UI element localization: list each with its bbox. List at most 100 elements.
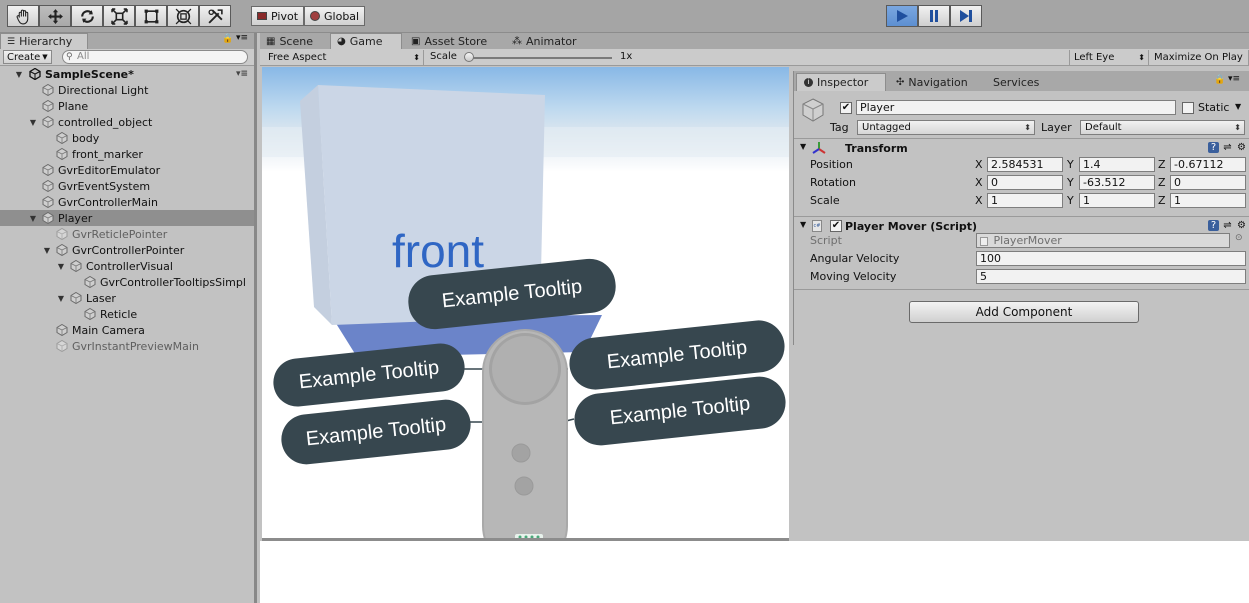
angular-velocity-field[interactable]: 100 (976, 251, 1246, 266)
tab-asset-store[interactable]: ▣ Asset Store (405, 33, 493, 49)
tab-scene[interactable]: ▦ Scene (260, 33, 319, 49)
tab-navigation[interactable]: ✣ Navigation (889, 73, 975, 91)
hierarchy-item[interactable]: GvrInstantPreviewMain (0, 338, 254, 354)
step-button[interactable] (950, 5, 982, 27)
rotation-z-axis-label[interactable]: Z (1158, 176, 1166, 189)
scale-y-field[interactable]: 1 (1079, 193, 1155, 208)
help-icon[interactable]: ? (1208, 142, 1219, 153)
expand-arrow-icon[interactable]: ▼ (14, 70, 24, 79)
position-y-field[interactable]: 1.4 (1079, 157, 1155, 172)
hierarchy-item[interactable]: ▼ ControllerVisual (0, 258, 254, 274)
scale-tool-button[interactable] (103, 5, 135, 27)
rotation-y-axis-label[interactable]: Y (1067, 176, 1074, 189)
rotation-x-axis-label[interactable]: X (975, 176, 983, 189)
tab-navigation-label: Navigation (908, 75, 968, 89)
expand-arrow-icon[interactable]: ▼ (42, 246, 52, 255)
rotate-tool-button[interactable] (71, 5, 103, 27)
object-picker-icon[interactable]: ⊙ (1235, 233, 1243, 243)
hierarchy-item[interactable]: ▼ Laser (0, 290, 254, 306)
hand-tool-button[interactable] (7, 5, 39, 27)
tab-animator[interactable]: ⁂ Animator (506, 33, 583, 49)
tab-services[interactable]: Services (986, 73, 1046, 91)
player-mover-enabled-checkbox[interactable]: ✔ (830, 220, 842, 232)
hierarchy-item[interactable]: front_marker (0, 146, 254, 162)
expand-arrow-icon[interactable]: ▼ (56, 262, 66, 271)
hierarchy-item[interactable]: ▼ controlled_object (0, 114, 254, 130)
unity-logo-icon (29, 68, 41, 80)
object-name-field[interactable]: Player (856, 100, 1176, 115)
hierarchy-item[interactable]: GvrControllerTooltipsSimpl (0, 274, 254, 290)
scale-z-field[interactable]: 1 (1170, 193, 1246, 208)
pause-button[interactable] (918, 5, 950, 27)
eye-dropdown[interactable]: Left Eye ⬍ (1069, 50, 1149, 65)
position-z-field[interactable]: -0.67112 (1170, 157, 1246, 172)
scene-menu-icon[interactable]: ▾≡ (236, 69, 248, 79)
panel-menu-icon[interactable]: ▾≡ (1228, 74, 1240, 84)
preset-icon[interactable]: ⇌ (1222, 142, 1233, 153)
game-viewport[interactable]: front Example Tooltip Example Tooltip Ex… (262, 67, 789, 538)
create-dropdown[interactable]: Create ▼ (3, 50, 52, 64)
hierarchy-item[interactable]: Plane (0, 98, 254, 114)
settings-gear-icon[interactable]: ⚙ (1236, 220, 1247, 231)
foldout-arrow-icon[interactable]: ▼ (800, 142, 806, 151)
settings-gear-icon[interactable]: ⚙ (1236, 142, 1247, 153)
panel-menu-icon[interactable]: ▾≡ (236, 33, 248, 43)
lock-icon[interactable]: 🔒 (1214, 75, 1225, 85)
scale-slider-thumb[interactable] (464, 52, 474, 62)
hierarchy-item[interactable]: GvrEventSystem (0, 178, 254, 194)
scene-root[interactable]: ▼ SampleScene* ▾≡ (0, 66, 254, 82)
tab-hierarchy[interactable]: ☰ Hierarchy (0, 33, 88, 49)
hierarchy-item[interactable]: Reticle (0, 306, 254, 322)
foldout-arrow-icon[interactable]: ▼ (800, 220, 806, 229)
hierarchy-item[interactable]: ▼ GvrControllerPointer (0, 242, 254, 258)
static-checkbox[interactable] (1182, 102, 1194, 114)
scale-slider-track[interactable] (466, 57, 612, 59)
preset-icon[interactable]: ⇌ (1222, 220, 1233, 231)
add-component-button[interactable]: Add Component (909, 301, 1139, 323)
aspect-dropdown[interactable]: Free Aspect ⬍ (264, 50, 424, 65)
scale-y-axis-label[interactable]: Y (1067, 194, 1074, 207)
help-icon[interactable]: ? (1208, 220, 1219, 231)
tag-dropdown[interactable]: Untagged (857, 120, 1035, 135)
tab-inspector[interactable]: i Inspector (796, 73, 886, 91)
rotation-y-field[interactable]: -63.512 (1079, 175, 1155, 190)
play-button[interactable] (886, 5, 918, 27)
search-input[interactable]: ⚲ All (62, 50, 248, 64)
rotation-x-field[interactable]: 0 (987, 175, 1063, 190)
hierarchy-item[interactable]: GvrReticlePointer (0, 226, 254, 242)
position-y-axis-label[interactable]: Y (1067, 158, 1074, 171)
expand-arrow-icon[interactable]: ▼ (28, 118, 38, 127)
hierarchy-item[interactable]: GvrControllerMain (0, 194, 254, 210)
active-checkbox[interactable]: ✔ (840, 102, 852, 114)
player-mover-header[interactable]: ▼ c# ✔ Player Mover (Script) ? ⇌ ⚙ (794, 216, 1249, 234)
transform-tool-button[interactable] (167, 5, 199, 27)
hierarchy-item[interactable]: GvrEditorEmulator (0, 162, 254, 178)
hierarchy-item[interactable]: ▼ Player (0, 210, 254, 226)
move-tool-button[interactable] (39, 5, 71, 27)
position-x-field[interactable]: 2.584531 (987, 157, 1063, 172)
position-z-axis-label[interactable]: Z (1158, 158, 1166, 171)
scale-x-axis-label[interactable]: X (975, 194, 983, 207)
custom-tool-button[interactable] (199, 5, 231, 27)
hierarchy-item[interactable]: body (0, 130, 254, 146)
scale-x-field[interactable]: 1 (987, 193, 1063, 208)
position-x-axis-label[interactable]: X (975, 158, 983, 171)
hierarchy-item-label: Plane (58, 99, 89, 113)
lock-icon[interactable]: 🔒 (222, 34, 233, 44)
script-field[interactable]: PlayerMover (976, 233, 1230, 248)
rect-tool-button[interactable] (135, 5, 167, 27)
pivot-toggle[interactable]: Pivot (251, 6, 305, 26)
moving-velocity-field[interactable]: 5 (976, 269, 1246, 284)
transform-header[interactable]: ▼ Transform ? ⇌ ⚙ (794, 138, 1249, 156)
expand-arrow-icon[interactable]: ▼ (56, 294, 66, 303)
maximize-on-play-toggle[interactable]: Maximize On Play (1150, 50, 1249, 65)
hierarchy-item[interactable]: Directional Light (0, 82, 254, 98)
scale-z-axis-label[interactable]: Z (1158, 194, 1166, 207)
static-dropdown-icon[interactable]: ▼ (1235, 102, 1241, 111)
rotation-z-field[interactable]: 0 (1170, 175, 1246, 190)
tab-game[interactable]: ◕ Game (330, 33, 402, 49)
hierarchy-item[interactable]: Main Camera (0, 322, 254, 338)
layer-dropdown[interactable]: Default (1080, 120, 1245, 135)
expand-arrow-icon[interactable]: ▼ (28, 214, 38, 223)
global-toggle[interactable]: Global (304, 6, 366, 26)
